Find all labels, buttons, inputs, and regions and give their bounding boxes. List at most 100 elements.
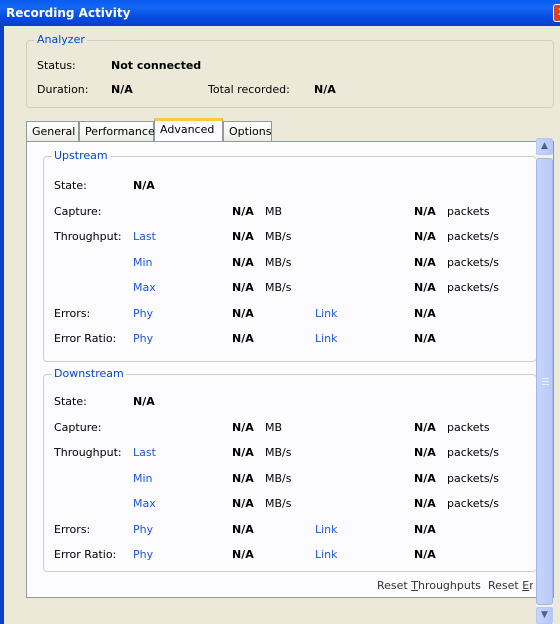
downstream-ratio-link-value: N/A	[414, 548, 436, 561]
tab-advanced-label: Advanced	[160, 123, 215, 136]
tab-options[interactable]: Options	[223, 121, 272, 141]
tab-general[interactable]: General	[26, 121, 79, 141]
grip-line	[542, 384, 549, 385]
downstream-capture-packets-unit: packets	[447, 421, 490, 434]
upstream-capture-value: N/A	[232, 205, 254, 218]
downstream-state-label: State:	[54, 395, 87, 408]
reset-errors-link[interactable]: Reset Er	[488, 579, 533, 592]
downstream-capture-value: N/A	[232, 421, 254, 434]
upstream-max-value: N/A	[232, 281, 254, 294]
tab-performance-label: Performance	[85, 125, 155, 138]
reset-throughputs-accel: T	[411, 579, 418, 592]
total-recorded-value: N/A	[314, 83, 336, 96]
upstream-ratio-phy-value: N/A	[232, 332, 254, 345]
downstream-last-packets: N/A	[414, 446, 436, 459]
upstream-ratio-link-label: Link	[315, 332, 338, 345]
downstream-max-unit: MB/s	[265, 497, 292, 510]
close-button[interactable]: ✕	[553, 4, 560, 22]
total-recorded-label: Total recorded:	[208, 83, 290, 96]
advanced-tab-panel: Upstream State: N/A Capture: N/A MB N/A …	[26, 141, 554, 598]
tab-performance[interactable]: Performance	[79, 121, 155, 141]
upstream-min-unit: MB/s	[265, 256, 292, 269]
downstream-errors-phy-value: N/A	[232, 523, 254, 536]
reset-throughputs-link[interactable]: Reset Throughputs	[377, 579, 481, 592]
scroll-down-button[interactable]: ▼	[536, 607, 553, 624]
status-value: Not connected	[111, 59, 202, 72]
downstream-max-label: Max	[133, 497, 156, 510]
upstream-errors-phy-value: N/A	[232, 307, 254, 320]
upstream-group: Upstream State: N/A Capture: N/A MB N/A …	[43, 149, 537, 362]
reset-errors-prefix: Reset	[488, 579, 523, 592]
status-label: Status:	[37, 59, 76, 72]
upstream-capture-label: Capture:	[54, 205, 102, 218]
upstream-last-label: Last	[133, 230, 156, 243]
scroll-thumb[interactable]	[536, 158, 553, 605]
upstream-state-value: N/A	[133, 179, 155, 192]
upstream-max-packets-unit: packets/s	[447, 281, 499, 294]
upstream-max-unit: MB/s	[265, 281, 292, 294]
upstream-min-packets: N/A	[414, 256, 436, 269]
tab-general-label: General	[32, 125, 76, 138]
upstream-min-label: Min	[133, 256, 153, 269]
upstream-capture-packets-unit: packets	[447, 205, 490, 218]
downstream-legend: Downstream	[52, 367, 126, 380]
upstream-throughput-label: Throughput:	[54, 230, 122, 243]
upstream-errors-link-label: Link	[315, 307, 338, 320]
upstream-capture-unit: MB	[265, 205, 283, 218]
tab-options-label: Options	[229, 125, 272, 138]
upstream-error-ratio-label: Error Ratio:	[54, 332, 117, 345]
chevron-down-icon: ▼	[541, 610, 548, 620]
upstream-legend: Upstream	[52, 149, 110, 162]
analyzer-group: Analyzer Status: Not connected Duration:…	[26, 33, 554, 108]
upstream-errors-phy-label: Phy	[133, 307, 154, 320]
upstream-min-value: N/A	[232, 256, 254, 269]
recording-activity-window: Recording Activity ✕ Analyzer Status: No…	[0, 0, 560, 624]
duration-label: Duration:	[37, 83, 89, 96]
duration-value: N/A	[111, 83, 133, 96]
upstream-last-value: N/A	[232, 230, 254, 243]
chevron-up-icon: ▲	[541, 141, 548, 151]
downstream-errors-label: Errors:	[54, 523, 91, 536]
upstream-errors-label: Errors:	[54, 307, 91, 320]
downstream-capture-packets: N/A	[414, 421, 436, 434]
downstream-last-label: Last	[133, 446, 156, 459]
downstream-last-packets-unit: packets/s	[447, 446, 499, 459]
downstream-errors-phy-label: Phy	[133, 523, 154, 536]
downstream-last-value: N/A	[232, 446, 254, 459]
grip-line	[542, 381, 549, 382]
downstream-max-packets-unit: packets/s	[447, 497, 499, 510]
downstream-errors-link-label: Link	[315, 523, 338, 536]
grip-line	[542, 378, 549, 379]
upstream-last-packets-unit: packets/s	[447, 230, 499, 243]
upstream-ratio-link-value: N/A	[414, 332, 436, 345]
downstream-min-packets: N/A	[414, 472, 436, 485]
upstream-state-label: State:	[54, 179, 87, 192]
downstream-capture-label: Capture:	[54, 421, 102, 434]
window-title: Recording Activity	[6, 6, 131, 20]
downstream-min-unit: MB/s	[265, 472, 292, 485]
scroll-up-button[interactable]: ▲	[536, 138, 553, 155]
upstream-last-packets: N/A	[414, 230, 436, 243]
upstream-max-packets: N/A	[414, 281, 436, 294]
downstream-state-value: N/A	[133, 395, 155, 408]
downstream-min-packets-unit: packets/s	[447, 472, 499, 485]
downstream-ratio-phy-value: N/A	[232, 548, 254, 561]
downstream-capture-unit: MB	[265, 421, 283, 434]
upstream-last-unit: MB/s	[265, 230, 292, 243]
upstream-max-label: Max	[133, 281, 156, 294]
vertical-scrollbar[interactable]: ▲ ▼	[536, 138, 553, 624]
downstream-max-packets: N/A	[414, 497, 436, 510]
downstream-max-value: N/A	[232, 497, 254, 510]
downstream-error-ratio-label: Error Ratio:	[54, 548, 117, 561]
reset-errors-rest: r	[529, 579, 533, 592]
upstream-capture-packets: N/A	[414, 205, 436, 218]
downstream-throughput-label: Throughput:	[54, 446, 122, 459]
reset-throughputs-prefix: Reset	[377, 579, 412, 592]
reset-throughputs-rest: hroughputs	[417, 579, 481, 592]
downstream-errors-link-value: N/A	[414, 523, 436, 536]
tab-advanced[interactable]: Advanced	[154, 118, 223, 142]
upstream-ratio-phy-label: Phy	[133, 332, 154, 345]
downstream-ratio-link-label: Link	[315, 548, 338, 561]
title-bar[interactable]: Recording Activity ✕	[0, 0, 560, 26]
downstream-last-unit: MB/s	[265, 446, 292, 459]
